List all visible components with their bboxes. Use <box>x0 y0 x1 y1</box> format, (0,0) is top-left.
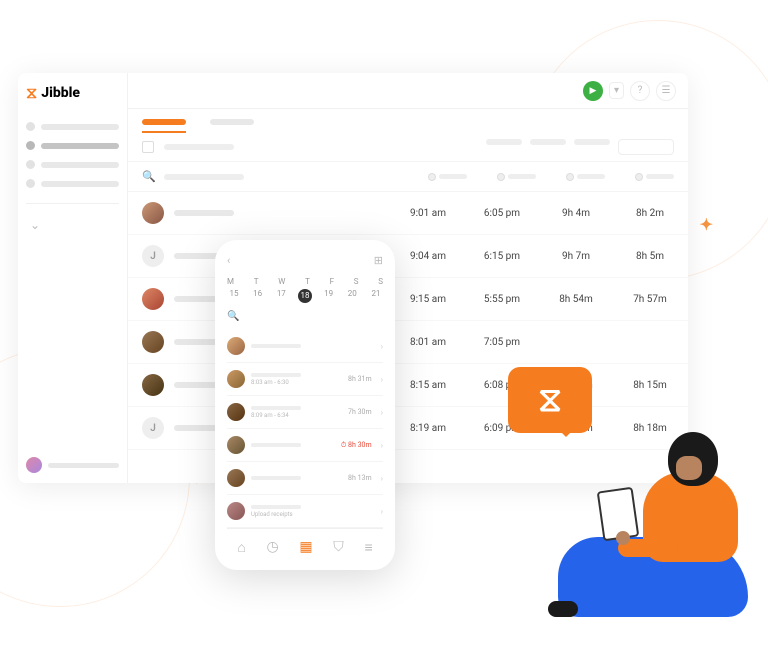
calendar-icon[interactable] <box>142 141 154 153</box>
notifications-icon[interactable]: ☰ <box>656 81 676 101</box>
calendar-day-selected[interactable]: 18 <box>298 289 312 303</box>
table-header: 🔍 <box>128 161 688 192</box>
timer-icon[interactable]: ◷ <box>266 539 278 556</box>
logo-text: Jibble <box>41 85 80 101</box>
chevron-icon: › <box>381 507 383 516</box>
calendar-day[interactable]: 21 <box>369 289 383 303</box>
avatar <box>142 374 164 396</box>
calendar-strip: MTWTFSS 15 16 17 18 19 20 21 <box>227 277 383 303</box>
person-illustration <box>558 437 748 617</box>
date-range[interactable] <box>164 144 234 150</box>
logo-icon: ⧖ <box>538 380 562 420</box>
sidebar-item[interactable] <box>26 174 119 193</box>
chevron-icon: › <box>381 342 383 351</box>
logo[interactable]: ⧖ Jibble <box>26 83 119 103</box>
clock-in-dropdown[interactable]: ▾ <box>609 82 624 99</box>
filter[interactable] <box>574 139 610 145</box>
sidebar-item[interactable] <box>26 117 119 136</box>
sidebar-user[interactable] <box>26 447 119 473</box>
mobile-list: › 8:03 am - 6:308h 31m› 8:09 am - 6:347h… <box>227 330 383 528</box>
avatar <box>26 457 42 473</box>
calendar-day[interactable]: 16 <box>251 289 265 303</box>
clock-in-button[interactable]: ▶ <box>583 81 603 101</box>
calendar-day[interactable]: 15 <box>227 289 241 303</box>
tab-active[interactable] <box>142 119 186 125</box>
avatar <box>227 370 245 388</box>
column-header[interactable] <box>635 173 674 181</box>
mobile-app: ‹ ⊞ MTWTFSS 15 16 17 18 19 20 21 🔍 › 8:0… <box>215 240 395 570</box>
filter[interactable] <box>530 139 566 145</box>
shield-icon[interactable]: ⛉ <box>333 539 344 556</box>
sidebar-item[interactable] <box>26 136 119 155</box>
tabs <box>128 109 688 125</box>
avatar <box>142 202 164 224</box>
overtime-icon: ⏱ 8h 30m <box>341 441 372 450</box>
list-item[interactable]: 8:03 am - 6:308h 31m› <box>227 363 383 396</box>
search-input[interactable] <box>164 174 244 180</box>
search-icon[interactable]: 🔍 <box>142 170 156 183</box>
avatar <box>142 331 164 353</box>
speech-bubble: ⧖ <box>508 367 592 433</box>
toolbar <box>128 125 688 161</box>
column-header[interactable] <box>566 173 605 181</box>
table-row[interactable]: 9:15 am5:55 pm8h 54m7h 57m <box>128 278 688 321</box>
chevron-icon: › <box>381 474 383 483</box>
search-icon: 🔍 <box>227 311 239 322</box>
logo-icon: ⧖ <box>26 83 37 103</box>
decor-plus-icon: ✦ <box>700 215 713 234</box>
timesheet-icon[interactable]: ▦ <box>299 539 312 556</box>
avatar: J <box>142 245 164 267</box>
sidebar-item[interactable] <box>26 155 119 174</box>
avatar <box>227 403 245 421</box>
list-item[interactable]: › <box>227 330 383 363</box>
list-item[interactable]: Upload receipts› <box>227 495 383 528</box>
list-item[interactable]: 8:09 am - 6:347h 30m› <box>227 396 383 429</box>
column-header[interactable] <box>428 173 467 181</box>
chevron-icon: › <box>381 441 383 450</box>
table-row[interactable]: J9:04 am6:15 pm9h 7m8h 5m <box>128 235 688 278</box>
chevron-icon: › <box>381 408 383 417</box>
avatar <box>227 337 245 355</box>
avatar <box>227 502 245 520</box>
illustration: ⧖ <box>538 367 748 617</box>
avatar <box>227 469 245 487</box>
sidebar: ⧖ Jibble ⌄ <box>18 73 128 483</box>
column-header[interactable] <box>497 173 536 181</box>
table-row[interactable]: 9:01 am6:05 pm9h 4m8h 2m <box>128 192 688 235</box>
calendar-day[interactable]: 19 <box>322 289 336 303</box>
mobile-nav: ⌂ ◷ ▦ ⛉ ≡ <box>227 528 383 556</box>
chevron-icon: › <box>381 375 383 384</box>
table-row[interactable]: 8:01 am7:05 pm <box>128 321 688 364</box>
mobile-search[interactable]: 🔍 <box>227 303 383 330</box>
avatar <box>227 436 245 454</box>
calendar-icon[interactable]: ⊞ <box>374 254 383 267</box>
list-item[interactable]: ⏱ 8h 30m › <box>227 429 383 462</box>
home-icon[interactable]: ⌂ <box>237 539 245 556</box>
calendar-day[interactable]: 20 <box>345 289 359 303</box>
user-name <box>48 463 119 468</box>
filter[interactable] <box>486 139 522 145</box>
help-icon[interactable]: ? <box>630 81 650 101</box>
tab[interactable] <box>210 119 254 125</box>
menu-icon[interactable]: ≡ <box>364 539 372 556</box>
list-item[interactable]: 8h 13m› <box>227 462 383 495</box>
topbar: ▶ ▾ ? ☰ <box>128 73 688 109</box>
avatar <box>142 288 164 310</box>
calendar-day[interactable]: 17 <box>274 289 288 303</box>
export-button[interactable] <box>618 139 674 155</box>
avatar: J <box>142 417 164 439</box>
back-icon[interactable]: ‹ <box>227 254 230 267</box>
chevron-down-icon[interactable]: ⌄ <box>26 214 119 236</box>
